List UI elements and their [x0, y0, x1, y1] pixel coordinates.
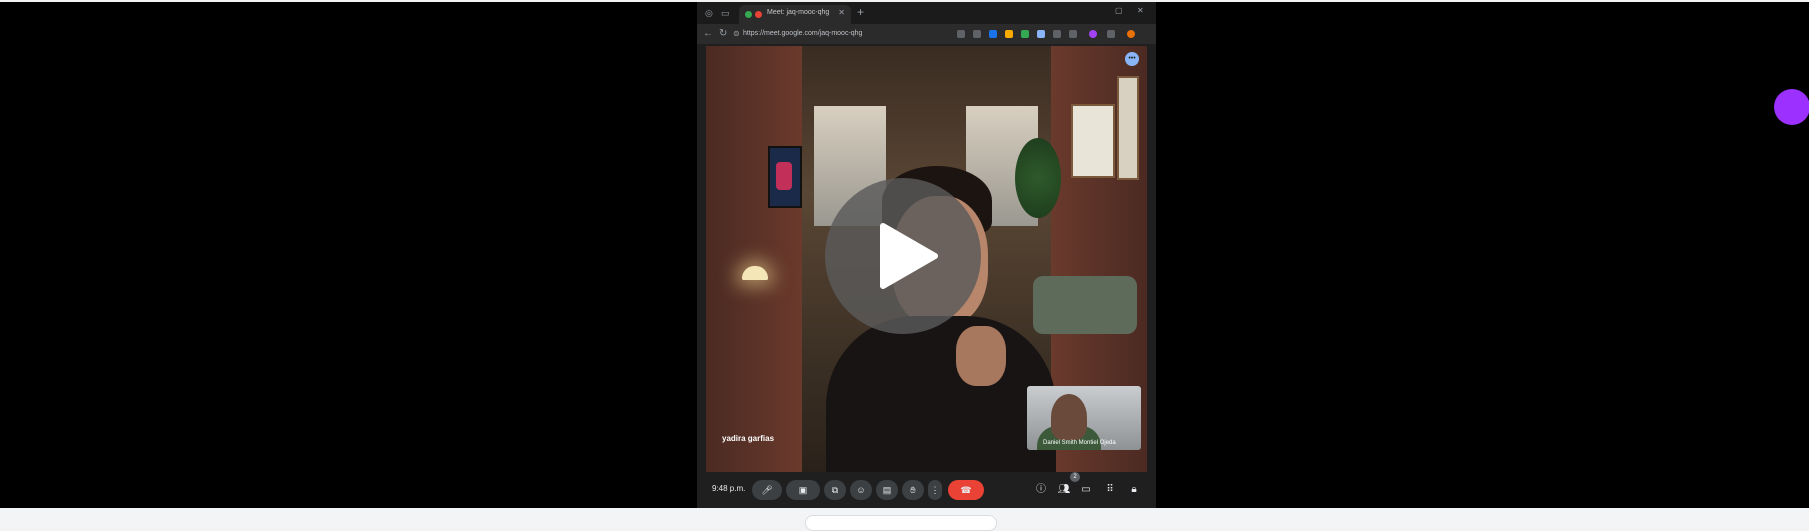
more-options-icon: ⋮ [930, 485, 940, 495]
mic-button[interactable]: 🎤︎ [752, 480, 782, 500]
speaker-name-label: yadira garfias [722, 434, 775, 443]
play-icon [880, 223, 938, 289]
captions-button[interactable]: ▤ [876, 480, 898, 500]
bottom-pill-control[interactable] [805, 515, 997, 531]
host-controls-icon[interactable]: 🔒︎ [1126, 480, 1142, 500]
captions-icon: ▤ [882, 485, 892, 495]
extensions-puzzle-icon[interactable] [1053, 30, 1061, 38]
self-view-tile[interactable]: Daniel Smith Montiel Ojeda [1027, 386, 1141, 450]
play-button[interactable] [825, 178, 981, 334]
tab-close-icon[interactable]: ✕ [838, 8, 845, 17]
camera-icon: ▣ [798, 485, 808, 495]
window-menu-icon: ◎ [705, 8, 713, 18]
present-screen-icon: ⧉ [831, 485, 839, 495]
meeting-control-bar: 9:48 p.m. 🎤︎ ▣ ⧉ ☺ ▤ ✋︎ ⋮ ☎︎ ⓘ 2 👥︎ ▭ ⠿ … [706, 472, 1147, 508]
emoji-icon: ☺ [856, 485, 866, 495]
back-icon[interactable]: ← [703, 28, 713, 39]
favorite-icon[interactable] [973, 30, 981, 38]
meet-favicon-icon [755, 11, 762, 18]
restore-window-icon[interactable]: ▢ [1115, 6, 1123, 15]
extension-green-icon[interactable] [1021, 30, 1029, 38]
profile-avatar-icon[interactable] [1089, 30, 1097, 38]
present-button[interactable]: ⧉ [824, 480, 846, 500]
close-window-icon[interactable]: ✕ [1137, 6, 1144, 15]
chat-icon[interactable]: ▭ [1078, 480, 1094, 500]
site-info-icon[interactable]: ⊜ [733, 29, 740, 38]
activities-icon[interactable]: ⠿ [1102, 480, 1118, 500]
background-tv [768, 146, 802, 208]
more-options-button[interactable]: ⋮ [928, 480, 942, 500]
new-tab-icon[interactable]: + [857, 5, 864, 19]
extension-icon[interactable] [957, 30, 965, 38]
reload-icon[interactable]: ↻ [719, 28, 727, 39]
tab-bar: ◎ ▭ Meet: jaq-mooc-qhg ✕ + ▢ ✕ [697, 2, 1156, 24]
address-bar-row: ← ↻ ⊜ https://meet.google.com/jaq-mooc-q… [697, 24, 1156, 44]
background-brick-wall-left [706, 46, 802, 472]
background-artwork-tall [1117, 76, 1139, 180]
extension-blue-icon[interactable] [989, 30, 997, 38]
settings-more-icon[interactable] [1107, 30, 1115, 38]
raise-hand-button[interactable]: ✋︎ [902, 480, 924, 500]
floating-assistant-button[interactable] [1774, 89, 1809, 125]
url-field[interactable]: https://meet.google.com/jaq-mooc-qhg [743, 27, 963, 41]
raise-hand-icon: ✋︎ [910, 485, 916, 495]
tab-audio-icon [745, 11, 752, 18]
microphone-icon: 🎤︎ [761, 485, 773, 495]
info-icon[interactable]: ⓘ [1033, 480, 1049, 500]
favorites-icon[interactable] [1069, 30, 1077, 38]
extension-light-icon[interactable] [1037, 30, 1045, 38]
people-icon[interactable]: 👥︎ [1056, 480, 1072, 500]
leave-call-button[interactable]: ☎︎ [948, 480, 984, 500]
tab-title: Meet: jaq-mooc-qhg [767, 9, 830, 16]
background-artwork [1071, 104, 1115, 178]
leave-call-icon: ☎︎ [960, 485, 972, 495]
tab-meet[interactable]: Meet: jaq-mooc-qhg ✕ [739, 5, 851, 24]
tile-more-icon[interactable]: ••• [1125, 52, 1139, 66]
tab-actions-icon: ▭ [721, 8, 730, 18]
extension-yellow-icon[interactable] [1005, 30, 1013, 38]
camera-button[interactable]: ▣ [786, 480, 820, 500]
meeting-clock: 9:48 p.m. [712, 484, 746, 493]
self-view-name: Daniel Smith Montiel Ojeda [1043, 440, 1116, 446]
emoji-button[interactable]: ☺ [850, 480, 872, 500]
copilot-icon[interactable] [1127, 30, 1135, 38]
